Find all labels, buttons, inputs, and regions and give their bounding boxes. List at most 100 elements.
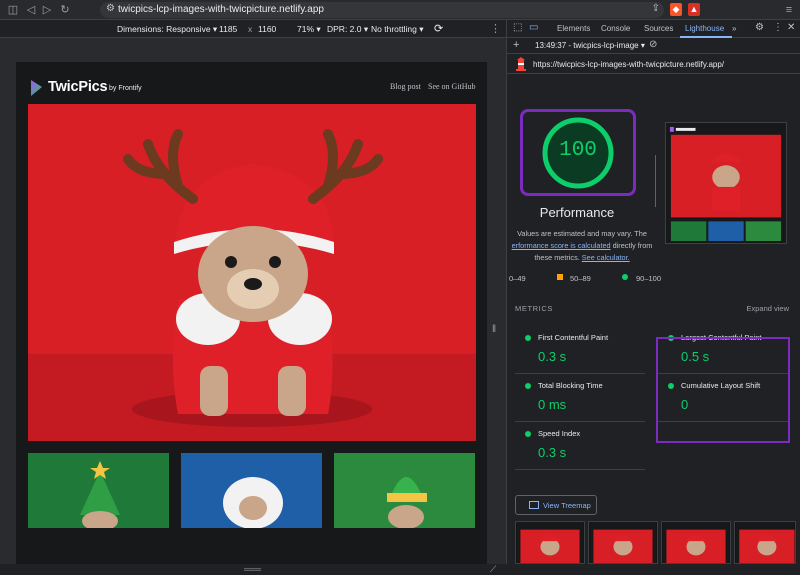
score-calculated-link[interactable]: erformance score is calculated (512, 241, 611, 250)
responsive-viewport: TwicPics by Frontify Blog post See on Gi… (0, 38, 506, 574)
thumbnail-sheep-dog (181, 453, 322, 528)
metric-divider (515, 469, 645, 470)
sidebar-toggle-icon[interactable]: ◫ (6, 3, 20, 17)
legend-pass: 90–100 (636, 274, 662, 283)
legend-pass-marker (622, 274, 628, 280)
metric-divider (515, 421, 645, 422)
note-suffix: these metrics. (534, 253, 580, 262)
lighthouse-report: 100 Performance Values are estimated and… (507, 75, 800, 564)
report-url-bar: https://twicpics-lcp-images-with-twicpic… (507, 54, 800, 74)
metric-label: Total Blocking Time (538, 381, 603, 390)
score-note: Values are estimated and may vary. The e… (507, 228, 657, 264)
corner-resize-handle[interactable]: ⟋ (490, 564, 496, 575)
browser-toolbar: ◫ ◁ ▷ ↻ ⚙ twicpics-lcp-images-with-twicp… (0, 0, 800, 20)
menu-icon[interactable]: ≡ (782, 3, 796, 17)
more-options-icon[interactable]: ⋮ (490, 22, 501, 35)
dpr-label: DPR: 2.0 (327, 24, 362, 34)
filmstrip-frame (734, 521, 796, 564)
height-input[interactable]: 1160 (258, 24, 276, 34)
throttling-select[interactable]: No throttling ▾ (371, 24, 423, 35)
thumbnail-tree-dog (28, 453, 169, 528)
width-input[interactable]: 1185 (219, 24, 237, 34)
lighthouse-icon (516, 57, 526, 71)
back-icon[interactable]: ◁ (24, 3, 38, 17)
zoom-select[interactable]: 71% ▾ (297, 24, 321, 35)
legend-average-marker (557, 274, 563, 280)
brand-name: TwicPics (48, 79, 108, 95)
note-prefix: Values are estimated and may vary. The (517, 229, 647, 238)
metric-divider (515, 373, 645, 374)
device-toggle-icon[interactable]: ▭ (529, 22, 538, 33)
devtools-menu-icon[interactable]: ⋮ (773, 22, 783, 33)
more-tabs-icon[interactable]: » (732, 24, 736, 33)
treemap-label: View Treemap (543, 501, 591, 510)
clear-report-icon[interactable]: ⊘ (649, 39, 657, 50)
hero-dog-image (28, 104, 476, 441)
filmstrip-frame (515, 521, 585, 564)
address-bar[interactable]: ⚙ twicpics-lcp-images-with-twicpicture.n… (100, 2, 664, 18)
filmstrip-frame (661, 521, 731, 564)
site-settings-icon[interactable]: ⚙ (106, 3, 115, 14)
note-mid: directly from (612, 241, 653, 250)
forward-icon[interactable]: ▷ (40, 3, 54, 17)
rendered-page: TwicPics by Frontify Blog post See on Gi… (16, 62, 487, 564)
metric-value: 0 ms (538, 397, 567, 412)
lighthouse-toolbar: + 13:49:37 - twicpics-lcp-image ▾ ⊘ (507, 38, 800, 54)
share-icon[interactable]: ⇪ (652, 3, 660, 14)
filmstrip-frame (588, 521, 658, 564)
metric-tbt: Total Blocking Time 0 ms (515, 376, 645, 422)
performance-score: 100 (559, 139, 597, 162)
devtools-tabbar: ⬚ ▭ Elements Console Sources Lighthouse … (507, 20, 800, 38)
twicpics-mark-icon (31, 80, 42, 96)
close-devtools-icon[interactable]: ✕ (787, 22, 795, 33)
report-label: 13:49:37 - twicpics-lcp-image (535, 41, 639, 50)
thumbnail-elf-dog (334, 453, 475, 528)
github-link[interactable]: See on GitHub (428, 82, 476, 91)
zoom-label: 71% (297, 24, 315, 34)
brand-byline: by Frontify (109, 85, 142, 92)
blog-post-link[interactable]: Blog post (390, 82, 421, 91)
dimensions-label: Dimensions: Responsive (117, 24, 211, 34)
performance-gauge-highlight: 100 (520, 109, 636, 196)
new-report-icon[interactable]: + (513, 39, 519, 51)
tab-lighthouse[interactable]: Lighthouse (685, 24, 724, 33)
inspect-icon[interactable]: ⬚ (513, 22, 522, 33)
dpr-select[interactable]: DPR: 2.0 ▾ (327, 24, 368, 35)
brave-shield-icon[interactable]: ◆ (670, 3, 682, 16)
metric-label: First Contentful Paint (538, 333, 609, 342)
reload-icon[interactable]: ↻ (58, 3, 72, 17)
metric-speed-index: Speed Index 0.3 s (515, 424, 645, 470)
legend-average: 50–89 (570, 274, 591, 283)
divider (655, 155, 656, 207)
pass-indicator-icon (525, 431, 531, 437)
tab-elements[interactable]: Elements (557, 24, 590, 33)
report-url[interactable]: https://twicpics-lcp-images-with-twicpic… (533, 60, 724, 69)
address-url[interactable]: twicpics-lcp-images-with-twicpicture.net… (118, 4, 324, 15)
throttling-label: No throttling (371, 24, 417, 34)
metric-value: 0.3 s (538, 445, 567, 460)
pass-indicator-icon (525, 383, 531, 389)
treemap-icon (529, 501, 539, 509)
bottom-resize-handle[interactable]: ═══ (244, 565, 262, 574)
device-toolbar: Dimensions: Responsive ▾ 1185 x 1160 71%… (0, 20, 506, 38)
brave-rewards-icon[interactable]: ▲ (688, 3, 700, 16)
tab-sources[interactable]: Sources (644, 24, 673, 33)
legend-fail: 0–49 (509, 274, 526, 283)
report-select[interactable]: 13:49:37 - twicpics-lcp-image ▾ (535, 41, 645, 50)
settings-gear-icon[interactable]: ⚙ (755, 22, 764, 33)
devtools-panel: ⬚ ▭ Elements Console Sources Lighthouse … (506, 20, 800, 564)
final-screenshot[interactable] (665, 122, 787, 244)
lcp-cls-highlight (656, 337, 790, 443)
rotate-icon[interactable]: ⟳ (434, 22, 443, 35)
side-resize-handle[interactable]: ‖ (492, 324, 498, 340)
tab-console[interactable]: Console (601, 24, 630, 33)
see-calculator-link[interactable]: See calculator. (582, 253, 630, 262)
view-treemap-button[interactable]: View Treemap (515, 495, 597, 515)
metric-label: Speed Index (538, 429, 581, 438)
expand-view-button[interactable]: Expand view (746, 304, 789, 313)
performance-title: Performance (539, 205, 615, 220)
metric-fcp: First Contentful Paint 0.3 s (515, 328, 645, 374)
dimensions-select[interactable]: Dimensions: Responsive ▾ (117, 24, 217, 35)
pass-indicator-icon (525, 335, 531, 341)
dimension-separator: x (248, 24, 253, 34)
